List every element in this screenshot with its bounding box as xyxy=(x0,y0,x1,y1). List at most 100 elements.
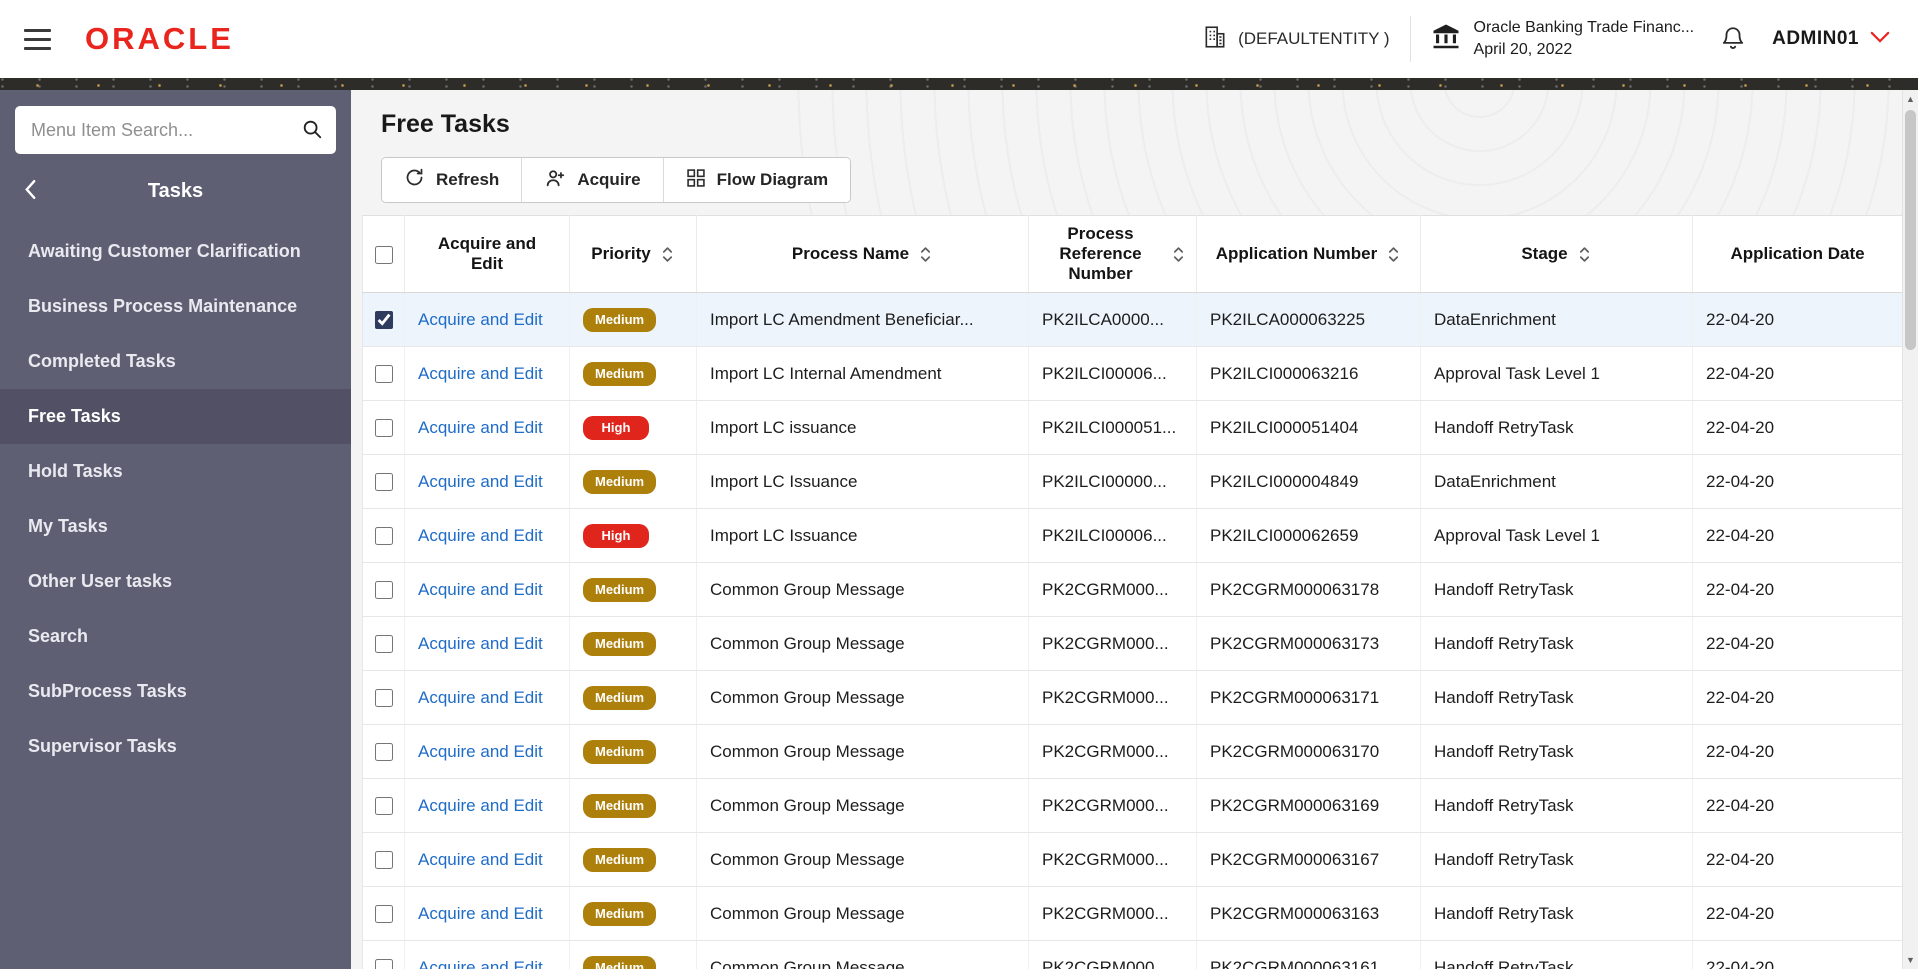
process-name-cell: Common Group Message xyxy=(696,616,1029,671)
notifications-button[interactable] xyxy=(1720,25,1746,54)
process-name-cell: Common Group Message xyxy=(696,886,1029,941)
search-button[interactable] xyxy=(294,113,330,147)
row-checkbox[interactable] xyxy=(374,581,393,600)
username: ADMIN01 xyxy=(1772,28,1859,49)
row-checkbox[interactable] xyxy=(374,959,393,969)
scroll-thumb[interactable] xyxy=(1905,110,1916,350)
sidebar-item-search[interactable]: Search xyxy=(0,609,351,664)
sidebar-item-supervisor-tasks[interactable]: Supervisor Tasks xyxy=(0,719,351,774)
application-date-cell: 22-04-20 xyxy=(1692,724,1902,779)
row-checkbox[interactable] xyxy=(374,905,393,924)
acquire-edit-link[interactable]: Acquire and Edit xyxy=(418,850,543,869)
acquire-button[interactable]: Acquire xyxy=(521,158,663,202)
acquire-edit-link[interactable]: Acquire and Edit xyxy=(418,634,543,653)
chevron-left-icon xyxy=(24,179,37,203)
application-date-cell: 22-04-20 xyxy=(1692,832,1902,887)
row-checkbox[interactable] xyxy=(374,797,393,816)
sidebar-back-button[interactable] xyxy=(24,179,37,203)
stage-cell: Approval Task Level 1 xyxy=(1420,346,1693,401)
page-title: Free Tasks xyxy=(381,110,510,138)
column-header-application-number[interactable]: Application Number xyxy=(1196,215,1421,293)
application-number-cell: PK2CGRM000063173 xyxy=(1196,616,1421,671)
sidebar-item-completed-tasks[interactable]: Completed Tasks xyxy=(0,334,351,389)
app-date: April 20, 2022 xyxy=(1473,41,1573,58)
acquire-edit-link[interactable]: Acquire and Edit xyxy=(418,688,543,707)
acquire-edit-link[interactable]: Acquire and Edit xyxy=(418,580,543,599)
row-checkbox[interactable] xyxy=(374,311,393,330)
acquire-edit-link[interactable]: Acquire and Edit xyxy=(418,310,543,329)
hamburger-menu-button[interactable] xyxy=(18,23,57,56)
user-menu[interactable]: ADMIN01 xyxy=(1772,28,1890,50)
application-number-cell: PK2CGRM000063178 xyxy=(1196,562,1421,617)
sidebar-item-free-tasks[interactable]: Free Tasks xyxy=(0,389,351,444)
sidebar: Tasks Awaiting Customer ClarificationBus… xyxy=(0,90,351,969)
bank-icon xyxy=(1431,22,1461,57)
acquire-edit-link[interactable]: Acquire and Edit xyxy=(418,904,543,923)
process-reference-cell: PK2ILCI00000... xyxy=(1028,454,1197,509)
entity-selector[interactable]: (DEFAULTENTITY ) xyxy=(1202,24,1390,55)
acquire-edit-link[interactable]: Acquire and Edit xyxy=(418,526,543,545)
row-checkbox[interactable] xyxy=(374,419,393,438)
process-name-cell: Import LC Issuance xyxy=(696,454,1029,509)
process-reference-cell: PK2CGRM000... xyxy=(1028,562,1197,617)
refresh-button[interactable]: Refresh xyxy=(382,158,522,202)
sidebar-item-my-tasks[interactable]: My Tasks xyxy=(0,499,351,554)
application-number-cell: PK2CGRM000063163 xyxy=(1196,886,1421,941)
sidebar-item-hold-tasks[interactable]: Hold Tasks xyxy=(0,444,351,499)
row-checkbox[interactable] xyxy=(374,743,393,762)
row-checkbox[interactable] xyxy=(374,851,393,870)
chevron-down-icon xyxy=(1870,28,1890,50)
row-checkbox[interactable] xyxy=(374,689,393,708)
column-header-priority[interactable]: Priority xyxy=(569,215,697,293)
main-content: Free Tasks Refresh Acquire Flow Diagram … xyxy=(351,90,1902,969)
sidebar-item-other-user-tasks[interactable]: Other User tasks xyxy=(0,554,351,609)
table-row: Acquire and Edit Medium Common Group Mes… xyxy=(362,940,1902,969)
app-info[interactable]: Oracle Banking Trade Financ... April 20,… xyxy=(1431,17,1694,60)
acquire-edit-link[interactable]: Acquire and Edit xyxy=(418,958,543,969)
table-row: Acquire and Edit Medium Common Group Mes… xyxy=(362,832,1902,887)
row-checkbox[interactable] xyxy=(374,365,393,384)
column-header-application-date[interactable]: Application Date xyxy=(1692,215,1902,293)
acquire-edit-link[interactable]: Acquire and Edit xyxy=(418,364,543,383)
table-row: Acquire and Edit Medium Import LC Amendm… xyxy=(362,292,1902,347)
scroll-down-arrow[interactable]: ▼ xyxy=(1903,951,1918,969)
process-name-cell: Import LC Issuance xyxy=(696,508,1029,563)
vertical-scrollbar[interactable]: ▲ ▼ xyxy=(1902,90,1918,969)
sidebar-menu: Awaiting Customer Clarification Business … xyxy=(0,224,351,774)
application-number-cell: PK2CGRM000063171 xyxy=(1196,670,1421,725)
priority-badge: High xyxy=(583,415,649,440)
application-number-cell: PK2CGRM000063169 xyxy=(1196,778,1421,833)
acquire-edit-link[interactable]: Acquire and Edit xyxy=(418,472,543,491)
sidebar-item-subprocess-tasks[interactable]: SubProcess Tasks xyxy=(0,664,351,719)
process-name-cell: Common Group Message xyxy=(696,670,1029,725)
priority-badge: Medium xyxy=(583,307,657,332)
sidebar-item-awaiting-customer-clarification[interactable]: Awaiting Customer Clarification xyxy=(0,224,351,279)
application-date-cell: 22-04-20 xyxy=(1692,292,1902,347)
row-checkbox[interactable] xyxy=(374,635,393,654)
stage-cell: DataEnrichment xyxy=(1420,292,1693,347)
process-name-cell: Import LC Amendment Beneficiar... xyxy=(696,292,1029,347)
sidebar-item-business-process-maintenance[interactable]: Business Process Maintenance xyxy=(0,279,351,334)
row-checkbox[interactable] xyxy=(374,473,393,492)
table-row: Acquire and Edit Medium Common Group Mes… xyxy=(362,724,1902,779)
row-checkbox[interactable] xyxy=(374,527,393,546)
bell-icon xyxy=(1720,26,1746,54)
column-header-process-name[interactable]: Process Name xyxy=(696,215,1029,293)
column-header-process-reference-number[interactable]: Process Reference Number xyxy=(1028,215,1197,293)
column-header-stage[interactable]: Stage xyxy=(1420,215,1693,293)
table-row: Acquire and Edit High Import LC issuance… xyxy=(362,400,1902,455)
flow-diagram-label: Flow Diagram xyxy=(716,170,829,189)
application-number-cell: PK2CGRM000063170 xyxy=(1196,724,1421,779)
sort-icon xyxy=(921,246,931,262)
acquire-edit-link[interactable]: Acquire and Edit xyxy=(418,418,543,437)
entity-label: (DEFAULTENTITY ) xyxy=(1238,29,1390,48)
flow-diagram-button[interactable]: Flow Diagram xyxy=(662,158,851,202)
scroll-up-arrow[interactable]: ▲ xyxy=(1903,90,1918,108)
acquire-edit-link[interactable]: Acquire and Edit xyxy=(418,742,543,761)
stage-cell: Handoff RetryTask xyxy=(1420,616,1693,671)
menu-search-input[interactable] xyxy=(15,106,336,154)
column-header-acquire-and-edit: Acquire and Edit xyxy=(404,215,570,293)
select-all-checkbox[interactable] xyxy=(374,245,393,264)
acquire-edit-link[interactable]: Acquire and Edit xyxy=(418,796,543,815)
process-reference-cell: PK2CGRM000... xyxy=(1028,832,1197,887)
